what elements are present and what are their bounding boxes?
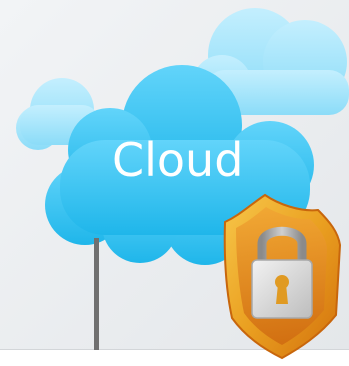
cloud-security-illustration: Cloud: [0, 0, 349, 362]
pole: [94, 238, 99, 350]
cloud-label: Cloud: [112, 133, 244, 187]
